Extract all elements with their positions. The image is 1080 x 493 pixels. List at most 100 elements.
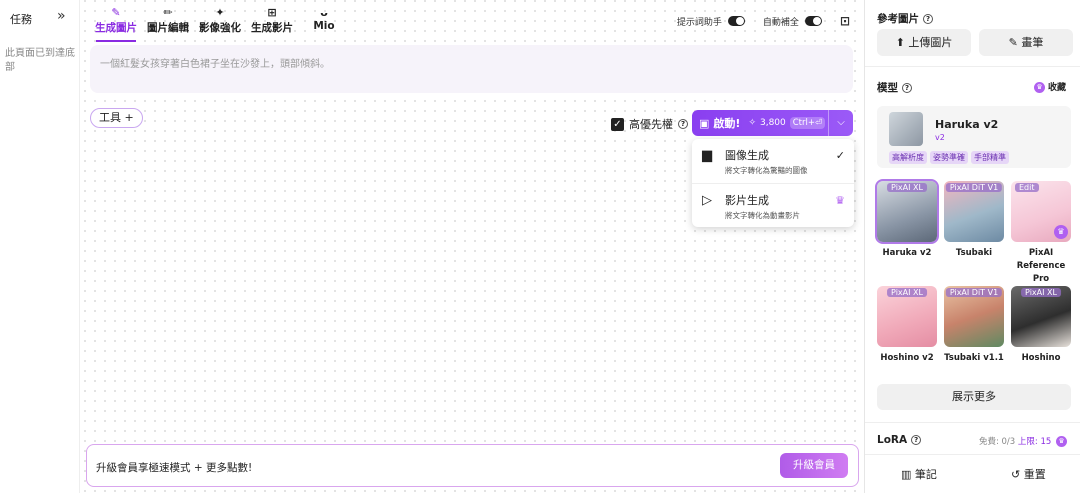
tab-generate-video[interactable]: ⊞ 生成影片 bbox=[246, 4, 298, 44]
upload-icon: ⬆ bbox=[895, 36, 905, 49]
model-title: 模型 bbox=[877, 82, 898, 94]
upgrade-text: 升級會員享極速模式 + 更多點數! bbox=[96, 462, 253, 474]
brush-icon: ✎ bbox=[111, 6, 121, 19]
tab-image-edit[interactable]: ✏ 圖片編輯 bbox=[142, 4, 194, 44]
model-badge: PixAI XL bbox=[1021, 288, 1061, 297]
expand-chevron-icon[interactable]: » bbox=[57, 8, 66, 24]
reset-label: 重置 bbox=[1023, 468, 1046, 481]
upload-label: 上傳圖片 bbox=[908, 36, 953, 49]
model-thumbnail: PixAI XL bbox=[1011, 286, 1071, 347]
model-card-haruka-v2[interactable]: PixAI XL Haruka v2 bbox=[875, 179, 939, 260]
upload-image-button[interactable]: ⬆ 上傳圖片 bbox=[877, 29, 971, 56]
checkbox-checked-icon[interactable]: ✓ bbox=[611, 117, 624, 131]
divider bbox=[865, 66, 1080, 67]
notes-label: 筆記 bbox=[914, 468, 937, 481]
launch-button[interactable]: ▣ 啟動! ✧ 3,800 Ctrl+⏎ bbox=[692, 110, 828, 136]
model-thumbnail: PixAI DiT V1 bbox=[944, 181, 1004, 242]
shortcut-badge: Ctrl+⏎ bbox=[789, 117, 826, 129]
tab-enhance[interactable]: ✦ 影像強化 bbox=[194, 4, 246, 44]
model-card-tsubaki-v1-1[interactable]: PixAI DiT V1 Tsubaki v1.1 bbox=[944, 286, 1004, 365]
image-icon: ▣ bbox=[699, 116, 710, 130]
launch-button-group: ▣ 啟動! ✧ 3,800 Ctrl+⏎ ⌵ bbox=[692, 110, 853, 136]
tab-label: 生成影片 bbox=[251, 22, 293, 34]
help-icon[interactable]: ? bbox=[902, 83, 912, 93]
brush-label: 畫筆 bbox=[1021, 36, 1044, 49]
menu-item-subtitle: 將文字轉化為動畫影片 bbox=[725, 211, 800, 220]
video-add-icon: ⊞ bbox=[267, 6, 277, 19]
empty-message: 此頁面已到達底部 bbox=[5, 48, 75, 73]
model-heading: 模型? bbox=[877, 80, 912, 95]
model-card-reference-pro[interactable]: Edit ♛ PixAI Reference Pro bbox=[1011, 181, 1071, 286]
crown-icon: ♛ bbox=[1054, 225, 1068, 239]
pencil-icon: ✏ bbox=[163, 6, 173, 19]
book-icon: ▥ bbox=[901, 468, 912, 481]
help-icon[interactable]: ? bbox=[923, 14, 933, 24]
menu-item-subtitle: 將文字轉化為驚豔的圖像 bbox=[725, 166, 808, 175]
tab-label: 生成圖片 bbox=[95, 22, 137, 34]
model-thumbnail: PixAI XL bbox=[877, 286, 937, 347]
help-icon[interactable]: ? bbox=[911, 435, 922, 445]
settings-panel: 參考圖片? ⬆ 上傳圖片 ✎ 畫筆 模型? ♛ 收藏 Haruka v2 v2 高… bbox=[864, 0, 1080, 493]
tools-button[interactable]: 工具 + bbox=[90, 108, 143, 128]
help-icon[interactable]: ? bbox=[678, 119, 688, 129]
tab-mio[interactable]: ᴗ Mio bbox=[298, 4, 350, 44]
menu-item-video-generation[interactable]: ▷ 影片生成 將文字轉化為動畫影片 ♛ bbox=[692, 183, 854, 227]
task-panel: 任務 » 此頁面已到達底部 bbox=[0, 0, 80, 493]
bottom-actions: ▥ 筆記 ↺ 重置 bbox=[865, 454, 1080, 493]
model-avatar bbox=[889, 112, 923, 146]
reset-icon: ↺ bbox=[1011, 468, 1021, 481]
model-tag: 手部精準 bbox=[971, 151, 1009, 164]
model-thumbnail: PixAI XL bbox=[875, 179, 939, 244]
model-card-hoshino-v2[interactable]: PixAI XL Hoshino v2 bbox=[877, 286, 937, 365]
reset-button[interactable]: ↺ 重置 bbox=[1011, 466, 1046, 482]
show-more-button[interactable]: 展示更多 bbox=[877, 384, 1071, 410]
prompt-input[interactable]: 一個紅髮女孩穿著白色裙子坐在沙發上，頭部傾斜。 bbox=[90, 45, 853, 93]
prompt-text: 一個紅髮女孩穿著白色裙子坐在沙發上，頭部傾斜。 bbox=[100, 59, 330, 70]
wand-icon: ✦ bbox=[215, 6, 225, 19]
favorites-button[interactable]: ♛ 收藏 bbox=[1033, 80, 1066, 93]
tab-label: 圖片編輯 bbox=[147, 22, 189, 34]
lora-quota: 免費: 0/3 上限: 15 ♛ bbox=[979, 435, 1070, 447]
selected-model-card[interactable]: Haruka v2 v2 高解析度 姿勢準確 手部精準 bbox=[877, 106, 1071, 168]
selected-model-version: v2 bbox=[935, 133, 945, 142]
menu-item-image-generation[interactable]: ▆ 圖像生成 將文字轉化為驚豔的圖像 ✓ bbox=[692, 139, 854, 183]
high-priority-label: 高優先權 bbox=[629, 118, 673, 131]
chevron-down-icon[interactable]: ⌵ bbox=[828, 110, 853, 136]
launch-label: 啟動! bbox=[713, 117, 741, 130]
model-name: Hoshino v2 bbox=[880, 353, 934, 363]
model-card-hoshino[interactable]: PixAI XL Hoshino bbox=[1011, 286, 1071, 365]
lora-title: LoRA bbox=[877, 434, 908, 446]
menu-item-title: 圖像生成 bbox=[725, 149, 769, 162]
notes-button[interactable]: ▥ 筆記 bbox=[901, 466, 937, 482]
selected-model-name: Haruka v2 bbox=[935, 118, 999, 131]
high-priority-option[interactable]: ✓ 高優先權 ? bbox=[611, 116, 688, 132]
reference-image-title: 參考圖片 bbox=[877, 13, 919, 25]
top-toggles: 提示詞助手 自動補全 ⊡ bbox=[677, 14, 850, 28]
lora-free-count: 免費: 0/3 bbox=[978, 437, 1016, 447]
prompt-helper-toggle[interactable] bbox=[727, 16, 745, 26]
auto-complete-toggle[interactable] bbox=[804, 16, 822, 26]
model-badge: Edit bbox=[1015, 183, 1039, 192]
model-badge: PixAI XL bbox=[887, 288, 927, 297]
model-badge: PixAI DiT V1 bbox=[945, 288, 1003, 297]
tab-generate-image[interactable]: ✎ 生成圖片 bbox=[90, 4, 142, 44]
model-badge: PixAI DiT V1 bbox=[945, 183, 1003, 192]
brush-icon: ✎ bbox=[1008, 36, 1018, 49]
model-card-tsubaki[interactable]: PixAI DiT V1 Tsubaki bbox=[944, 181, 1004, 260]
check-circle-icon: ✓ bbox=[835, 149, 845, 162]
model-name: PixAI Reference Pro bbox=[1016, 248, 1066, 284]
reference-image-heading: 參考圖片? bbox=[877, 11, 933, 26]
mio-icon: ᴗ bbox=[320, 6, 328, 19]
tab-label: Mio bbox=[313, 20, 335, 32]
launch-cost: 3,800 bbox=[759, 118, 786, 128]
favorites-label: 收藏 bbox=[1047, 83, 1066, 93]
model-tags: 高解析度 姿勢準確 手部精準 bbox=[889, 151, 1009, 164]
brush-button[interactable]: ✎ 畫筆 bbox=[979, 29, 1073, 56]
upgrade-button[interactable]: 升級會員 bbox=[780, 453, 848, 478]
model-name: Tsubaki bbox=[955, 248, 993, 258]
translate-icon[interactable]: ⊡ bbox=[840, 14, 850, 28]
model-tag: 高解析度 bbox=[889, 151, 927, 164]
crown-icon: ♛ bbox=[1033, 82, 1045, 93]
model-name: Hoshino bbox=[1021, 353, 1061, 363]
model-badge: PixAI XL bbox=[887, 183, 927, 192]
